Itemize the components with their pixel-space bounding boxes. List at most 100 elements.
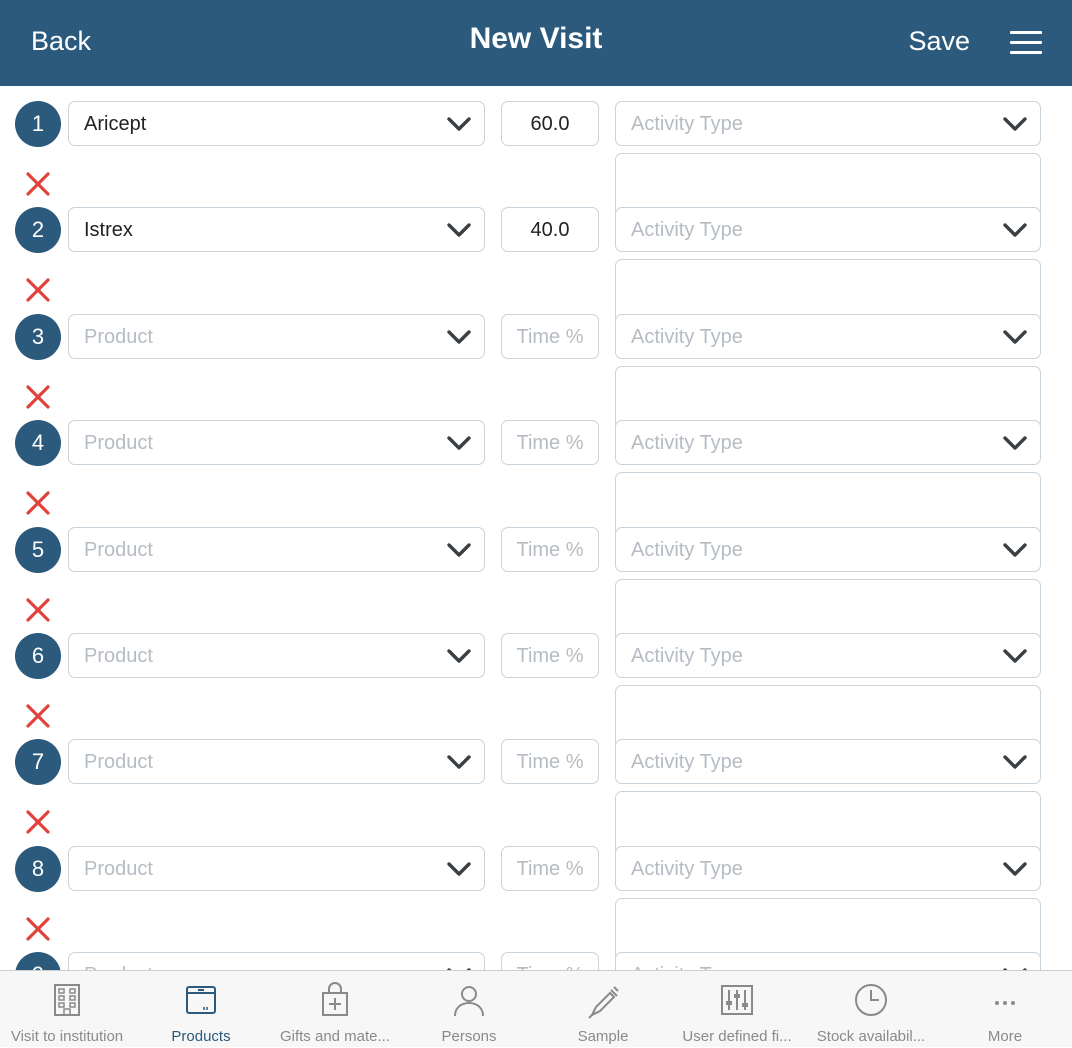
activity-type-placeholder: Activity Type [631, 325, 743, 348]
time-percent-value: Time % [516, 325, 584, 348]
product-select[interactable]: Product [68, 952, 485, 970]
chevron-down-icon [1003, 330, 1027, 344]
tab-building[interactable]: Visit to institution [0, 971, 134, 1048]
chevron-down-icon [1003, 117, 1027, 131]
product-row: 8 Product Time % Activity Type [0, 831, 1072, 958]
time-percent-input[interactable]: Time % [501, 633, 599, 678]
product-value: Product [84, 325, 153, 348]
tab-label: Products [171, 1028, 231, 1045]
time-percent-value: Time % [516, 751, 584, 774]
activity-type-select[interactable]: Activity Type [615, 313, 1041, 359]
product-select[interactable]: Product [68, 845, 485, 891]
product-select[interactable]: Istrex [68, 207, 485, 253]
time-percent-value: Time % [516, 857, 584, 880]
time-percent-value: Time % [516, 432, 584, 455]
time-percent-value: Time % [516, 645, 584, 667]
tab-label: Stock availabil... [816, 1028, 926, 1045]
row-number-badge: 1 [15, 101, 61, 147]
activity-type-select[interactable]: Activity Type [615, 739, 1041, 785]
tab-sliders[interactable]: User defined fi... [670, 971, 804, 1048]
tab-box[interactable]: Products [134, 971, 268, 1048]
activity-type-placeholder: Activity Type [631, 113, 743, 135]
activity-type-placeholder: Activity Type [631, 219, 743, 242]
time-percent-input[interactable]: 40.0 [501, 207, 599, 253]
tab-label: Gifts and mate... [279, 1028, 391, 1045]
product-value: Aricept [84, 113, 147, 135]
more-dots-icon [995, 1001, 1015, 1005]
activity-type-select[interactable]: Activity Type [615, 845, 1041, 891]
activity-type-placeholder: Activity Type [631, 432, 743, 455]
tab-clock[interactable]: Stock availabil... [804, 971, 938, 1048]
time-percent-input[interactable]: Time % [501, 526, 599, 572]
activity-type-select[interactable]: Activity Type [615, 633, 1041, 678]
activity-type-placeholder: Activity Type [631, 751, 743, 774]
tab-label: Persons [441, 1028, 497, 1045]
person-icon [454, 986, 484, 1017]
tab-syringe[interactable]: Sample [536, 971, 670, 1048]
product-value: Product [84, 432, 153, 455]
row-number-badge: 7 [15, 739, 61, 786]
time-percent-input[interactable]: Time % [501, 313, 599, 359]
activity-type-select[interactable]: Activity Type [615, 207, 1041, 253]
tab-label: Sample [577, 1028, 629, 1045]
tab-more-dots[interactable]: More [938, 971, 1072, 1048]
nav-bar: Back New Visit Save [0, 0, 1072, 86]
product-select[interactable]: Product [68, 420, 485, 466]
chevron-down-icon [1003, 862, 1027, 876]
time-percent-input[interactable]: Time % [501, 845, 599, 891]
activity-type-select[interactable]: Activity Type [615, 952, 1041, 970]
activity-type-placeholder: Activity Type [631, 645, 743, 667]
chevron-down-icon [1003, 436, 1027, 450]
product-select[interactable]: Product [68, 313, 485, 359]
building-icon [54, 984, 80, 1016]
product-value: Product [84, 857, 153, 880]
product-value: Istrex [84, 219, 133, 242]
box-icon [186, 986, 216, 1014]
product-select[interactable]: Product [68, 739, 485, 785]
chevron-down-icon [1003, 542, 1027, 557]
chevron-down-icon [1003, 755, 1027, 770]
row-number-badge: 2 [15, 207, 61, 254]
chevron-down-icon [447, 436, 471, 450]
product-list: 1 Aricept 60.0 Activity Type 2 Istrex 40.0 Acti… [0, 86, 1072, 970]
product-row: 3 Product Time % Activity Type [0, 299, 1072, 426]
row-number-badge: 6 [15, 633, 61, 679]
time-percent-input[interactable]: Time % [501, 739, 599, 785]
hamburger-menu-icon[interactable] [1010, 31, 1042, 55]
product-row: 2 Istrex 40.0 Activity Type [0, 192, 1072, 320]
product-select[interactable]: Aricept [68, 101, 485, 146]
time-percent-input[interactable]: 60.0 [501, 101, 599, 146]
time-percent-input[interactable]: Time % [501, 420, 599, 466]
tab-label: User defined fi... [682, 1028, 792, 1045]
chevron-down-icon [447, 649, 471, 663]
activity-type-select[interactable]: Activity Type [615, 101, 1041, 146]
tab-gift-bag[interactable]: Gifts and mate... [268, 971, 402, 1048]
time-percent-value: 40.0 [530, 219, 570, 242]
tab-label: More [987, 1028, 1023, 1045]
product-row: 9 Product Time % Activity Type [0, 937, 1072, 970]
product-row: 1 Aricept 60.0 Activity Type [0, 86, 1072, 213]
product-select[interactable]: Product [68, 633, 485, 678]
product-row: 4 Product Time % Activity Type [0, 405, 1072, 533]
product-row: 6 Product Time % Activity Type [0, 618, 1072, 745]
tab-bar: Visit to institution Products Gifts and ma… [0, 970, 1072, 1047]
product-select[interactable]: Product [68, 526, 485, 572]
chevron-down-icon [447, 223, 471, 238]
activity-type-select[interactable]: Activity Type [615, 526, 1041, 572]
save-button[interactable]: Save [908, 26, 970, 57]
product-row: 7 Product Time % Activity Type [0, 724, 1072, 852]
syringe-icon [588, 986, 619, 1019]
activity-type-placeholder: Activity Type [631, 538, 743, 561]
chevron-down-icon [1003, 649, 1027, 663]
activity-type-select[interactable]: Activity Type [615, 420, 1041, 466]
chevron-down-icon [1003, 223, 1027, 238]
product-value: Product [84, 538, 153, 561]
chevron-down-icon [447, 117, 471, 131]
row-number-badge: 4 [15, 420, 61, 467]
time-percent-input[interactable]: Time % [501, 952, 599, 970]
activity-type-placeholder: Activity Type [631, 857, 743, 880]
tab-person[interactable]: Persons [402, 971, 536, 1048]
chevron-down-icon [447, 330, 471, 344]
product-value: Product [84, 751, 153, 774]
row-number-badge: 9 [15, 952, 61, 970]
